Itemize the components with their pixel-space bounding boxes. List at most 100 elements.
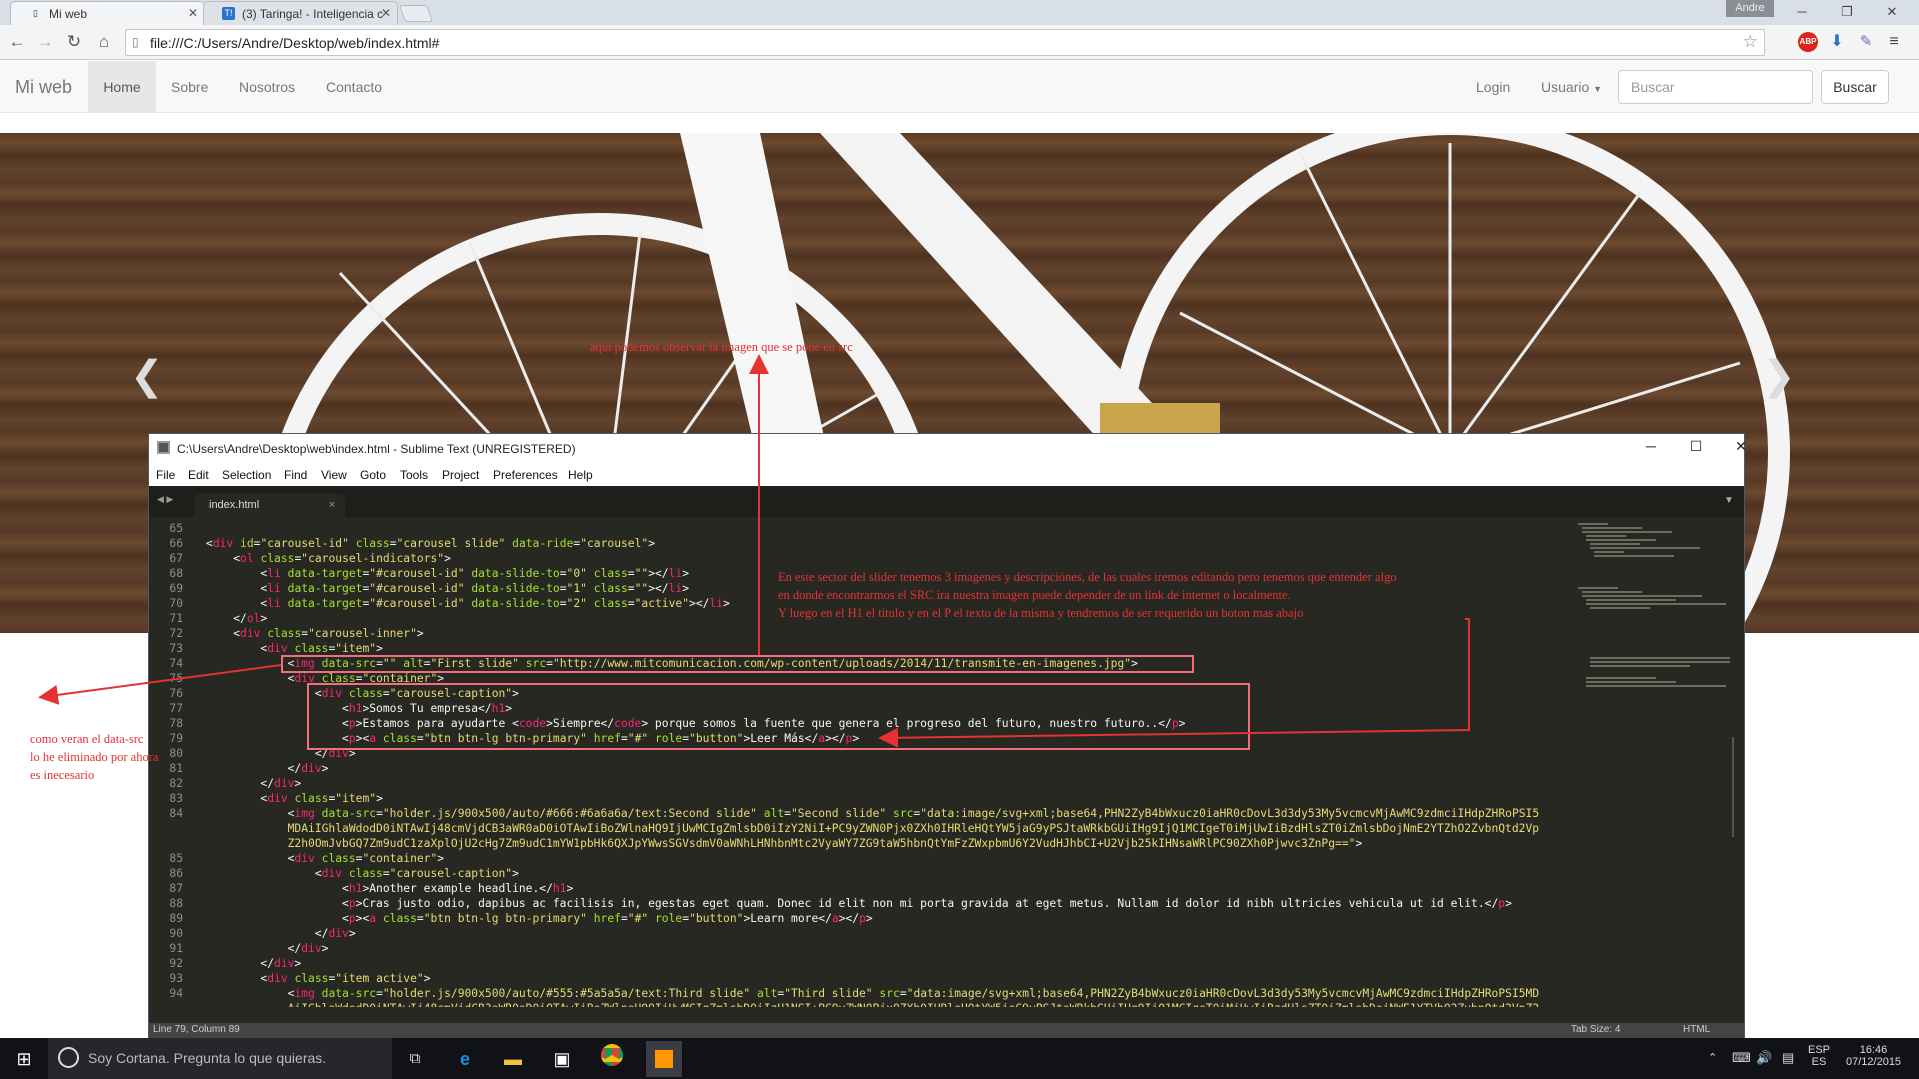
task-view-icon[interactable]: ⧉ (400, 1044, 430, 1074)
menu-project[interactable]: Project (442, 468, 479, 482)
code-line[interactable]: <div class="carousel-inner"> (206, 626, 424, 641)
new-tab-button[interactable] (398, 5, 434, 22)
code-line[interactable]: <img data-src="holder.js/900x500/auto/#5… (206, 986, 1540, 1001)
nav-contacto[interactable]: Contacto (326, 61, 382, 113)
code-line[interactable]: </ol> (206, 611, 267, 626)
profile-button[interactable]: Andre (1726, 0, 1774, 17)
code-line[interactable]: <li data-target="#carousel-id" data-slid… (206, 566, 689, 581)
window-title: C:\Users\Andre\Desktop\web\index.html - … (177, 442, 576, 456)
sublime-taskbar-icon[interactable] (646, 1041, 682, 1077)
download-icon[interactable]: ⬇ (1827, 32, 1847, 52)
search-button[interactable]: Buscar (1821, 70, 1889, 104)
menu-goto[interactable]: Goto (360, 468, 386, 482)
reload-icon[interactable]: ↻ (63, 31, 85, 53)
line-number: 84 (169, 807, 183, 820)
code-line[interactable]: </div> (206, 926, 356, 941)
annotation-line: En este sector del slider tenemos 3 imag… (778, 570, 1397, 584)
clock[interactable]: 16:46 07/12/2015 (1846, 1044, 1901, 1068)
forward-icon[interactable]: → (34, 31, 56, 53)
carousel-next-icon[interactable]: ❯ (1762, 353, 1796, 399)
line-number: 70 (169, 597, 183, 610)
code-line[interactable]: </div> (206, 941, 329, 956)
code-line[interactable]: <li data-target="#carousel-id" data-slid… (206, 581, 689, 596)
line-number: 67 (169, 552, 183, 565)
address-bar[interactable]: ▯ file:///C:/Users/Andre/Desktop/web/ind… (125, 29, 1765, 56)
taringa-icon: T! (222, 7, 235, 20)
code-line[interactable]: <ol class="carousel-indicators"> (206, 551, 451, 566)
tab-nav-arrows-icon[interactable]: ◀ ▶ (157, 494, 173, 505)
minimize-icon[interactable]: ─ (1631, 438, 1671, 454)
close-icon[interactable]: ✕ (1721, 438, 1761, 455)
menu-view[interactable]: View (321, 468, 347, 482)
tab-dropdown-icon[interactable]: ▼ (1724, 495, 1734, 506)
code-line[interactable]: <div class="item"> (206, 791, 382, 806)
highlight-caption-block (307, 683, 1250, 750)
nav-usuario-dropdown[interactable]: Usuario ▼ (1541, 61, 1602, 113)
code-line[interactable]: AiIGhlaWdodD0iNTAwIj48cmVjdCB3aWR0aD0iOT… (206, 1001, 1539, 1007)
back-icon[interactable]: ← (6, 31, 28, 53)
code-line[interactable]: <li data-target="#carousel-id" data-slid… (206, 596, 729, 611)
menu-preferences[interactable]: Preferences (493, 468, 558, 482)
line-number: 76 (169, 687, 183, 700)
menu-help[interactable]: Help (568, 468, 593, 482)
adblock-icon[interactable]: ABP (1798, 32, 1818, 52)
code-line[interactable]: <div class="item"> (206, 641, 382, 656)
tab-taringa[interactable]: T! (3) Taringa! - Inteligencia c ✕ (203, 1, 398, 25)
code-line[interactable]: <img data-src="holder.js/900x500/auto/#6… (206, 806, 1540, 821)
nav-nosotros[interactable]: Nosotros (239, 61, 295, 113)
maximize-icon[interactable]: ☐ (1676, 438, 1716, 455)
search-input[interactable]: Buscar (1618, 70, 1813, 104)
code-line[interactable]: <p><a class="btn btn-lg btn-primary" hre… (206, 911, 873, 926)
close-window-icon[interactable]: ✕ (1875, 2, 1909, 22)
code-line[interactable]: <div id="carousel-id" class="carousel sl… (206, 536, 655, 551)
network-icon[interactable]: ⌨ (1732, 1050, 1751, 1066)
nav-sobre[interactable]: Sobre (171, 61, 208, 113)
bookmark-star-icon[interactable]: ☆ (1743, 32, 1758, 52)
brand-link[interactable]: Mi web (15, 61, 72, 113)
code-line[interactable]: <div class="container"> (206, 851, 445, 866)
home-icon[interactable]: ⌂ (93, 31, 115, 53)
file-explorer-icon[interactable]: ▬ (498, 1044, 528, 1074)
close-icon[interactable]: ✕ (381, 6, 391, 20)
line-number: 73 (169, 642, 183, 655)
pen-extension-icon[interactable]: ✎ (1856, 32, 1876, 52)
editor-tab[interactable]: index.html × (195, 494, 345, 517)
menu-find[interactable]: Find (284, 468, 307, 482)
code-line[interactable]: <p>Cras justo odio, dapibus ac facilisis… (206, 896, 1512, 911)
code-line[interactable]: MDAiIGhlaWdodD0iNTAwIj48cmVjdCB3aWR0aD0i… (206, 821, 1539, 836)
code-line[interactable]: <h1>Another example headline.</h1> (206, 881, 573, 896)
edge-icon[interactable]: e (450, 1044, 480, 1074)
tab-mi-web[interactable]: ▯ Mi web ✕ (10, 1, 205, 25)
code-line[interactable]: </div> (206, 776, 301, 791)
menu-tools[interactable]: Tools (400, 468, 428, 482)
notification-icon[interactable]: ▤ (1782, 1050, 1794, 1066)
volume-icon[interactable]: 🔊 (1756, 1050, 1772, 1066)
code-line[interactable]: <div class="carousel-caption"> (206, 866, 519, 881)
syntax-mode[interactable]: HTML (1683, 1024, 1710, 1035)
code-line[interactable]: <div class="item active"> (206, 971, 430, 986)
restore-icon[interactable]: ❐ (1830, 2, 1864, 22)
store-icon[interactable]: ▣ (547, 1044, 577, 1074)
cortana-search[interactable]: Soy Cortana. Pregunta lo que quieras. (48, 1038, 392, 1079)
menu-icon[interactable]: ≡ (1884, 32, 1904, 52)
carousel-prev-icon[interactable]: ❮ (130, 353, 164, 399)
page-icon: ▯ (132, 35, 139, 49)
minimize-icon[interactable]: ─ (1785, 2, 1819, 22)
tab-size[interactable]: Tab Size: 4 (1571, 1024, 1620, 1035)
windows-start-icon[interactable]: ⊞ (9, 1044, 39, 1074)
line-number: 72 (169, 627, 183, 640)
code-line[interactable]: Z2h0OmJvbGQ7Zm9udC1zaXplOjU2cHg7Zm9udC1m… (206, 836, 1363, 851)
menu-selection[interactable]: Selection (222, 468, 271, 482)
tray-overflow-icon[interactable]: ⌃ (1708, 1051, 1717, 1064)
close-icon[interactable]: ✕ (188, 6, 198, 20)
nav-login[interactable]: Login (1476, 61, 1510, 113)
close-icon[interactable]: × (329, 499, 335, 511)
code-line[interactable]: </div> (206, 956, 301, 971)
code-line[interactable]: </div> (206, 761, 329, 776)
nav-home[interactable]: Home (88, 61, 156, 113)
menu-file[interactable]: File (156, 468, 175, 482)
language-indicator[interactable]: ESP ES (1808, 1044, 1830, 1068)
menu-edit[interactable]: Edit (188, 468, 209, 482)
chrome-icon[interactable] (597, 1044, 627, 1074)
minimap[interactable] (1574, 517, 1734, 1007)
